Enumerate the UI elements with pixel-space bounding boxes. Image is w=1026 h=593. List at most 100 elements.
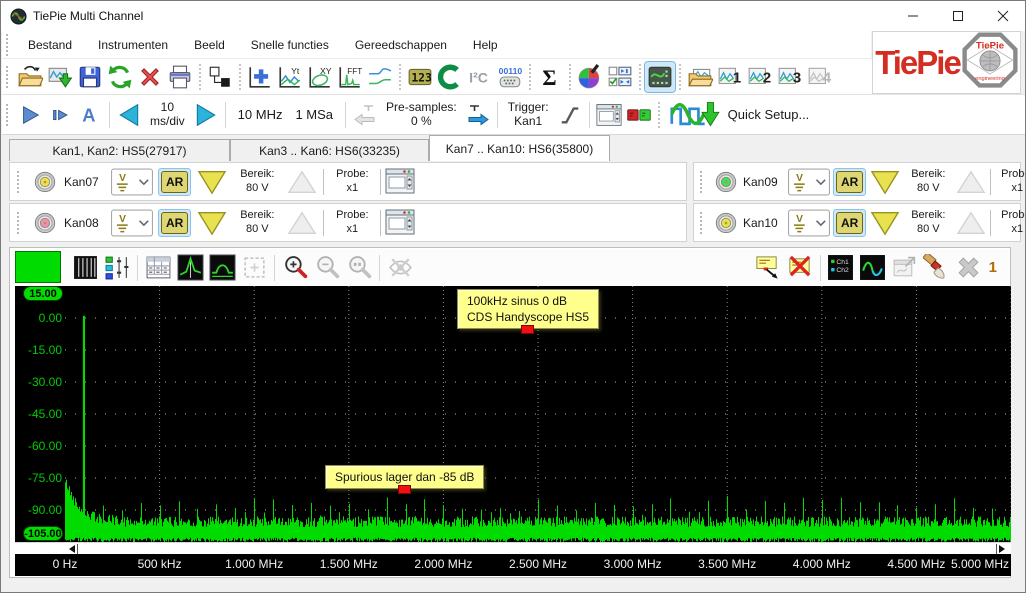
app-icon xyxy=(10,8,27,25)
svg-text:123: 123 xyxy=(411,70,432,84)
open-graph-icon[interactable] xyxy=(685,62,715,92)
graph-display-icon[interactable] xyxy=(645,62,675,92)
open-file-icon[interactable] xyxy=(15,62,45,92)
presamples-display: Pre-samples:0 % xyxy=(380,101,463,129)
menu-help[interactable]: Help xyxy=(460,33,511,57)
autoranging-button[interactable]: AR xyxy=(158,168,191,196)
main-toolbar: YtXYFFT123I²C00110Σ1234 xyxy=(2,58,872,94)
open-measurement-icon[interactable] xyxy=(45,62,75,92)
grid-icon[interactable] xyxy=(69,252,101,284)
toolbar-grip[interactable] xyxy=(6,66,10,88)
range-decrease-button[interactable] xyxy=(195,208,229,238)
minimize-button[interactable] xyxy=(890,1,935,31)
timebase-decrease-icon[interactable] xyxy=(114,100,144,130)
trigger-settings-icon[interactable] xyxy=(594,100,624,130)
tab-1[interactable]: Kan1, Kan2: HS5(27917) xyxy=(9,139,230,161)
sum-functions-icon[interactable]: Σ xyxy=(535,62,565,92)
row-separator xyxy=(990,169,991,195)
color-settings-icon[interactable] xyxy=(575,62,605,92)
scroll-right-icon[interactable] xyxy=(997,544,1007,554)
quick-setup-button[interactable]: Quick Setup... xyxy=(724,107,810,122)
range-decrease-button[interactable] xyxy=(868,208,902,238)
zoom-in-icon[interactable] xyxy=(279,252,311,284)
trigger-slope-icon[interactable] xyxy=(555,100,585,130)
clear-drawings-icon[interactable] xyxy=(921,252,953,284)
delete-file-icon[interactable] xyxy=(135,62,165,92)
range-decrease-button[interactable] xyxy=(868,167,902,197)
print-icon[interactable] xyxy=(165,62,195,92)
auto-setup-icon[interactable]: A xyxy=(75,100,105,130)
i2c-icon[interactable]: I²C xyxy=(465,62,495,92)
coupling-select[interactable]: V xyxy=(787,168,831,196)
row-grip[interactable] xyxy=(17,171,21,193)
range-label: Bereik: xyxy=(904,168,952,181)
toolbar-grip[interactable] xyxy=(6,34,10,56)
trace-style-icon[interactable] xyxy=(857,252,889,284)
presample-inc-icon[interactable] xyxy=(463,100,493,130)
graph-3-icon[interactable]: 3 xyxy=(775,62,805,92)
multimeter-123-icon[interactable]: 123 xyxy=(405,62,435,92)
autoranging-button[interactable]: AR xyxy=(158,209,191,237)
io-leds-icon[interactable] xyxy=(624,100,654,130)
bnc-connector-icon xyxy=(30,167,60,197)
range-decrease-button[interactable] xyxy=(195,167,229,197)
toolbar-grip[interactable] xyxy=(6,104,10,126)
row-grip[interactable] xyxy=(17,212,21,234)
spectrum-display-icon[interactable] xyxy=(206,252,238,284)
plot-scrollbar[interactable] xyxy=(15,542,1011,554)
plot-annotation-1[interactable]: 100kHz sinus 0 dBCDS Handyscope HS5 xyxy=(457,289,599,329)
menu-beeld[interactable]: Beeld xyxy=(181,33,238,57)
xy-graph-icon[interactable]: XY xyxy=(305,62,335,92)
add-comment-icon[interactable] xyxy=(752,252,784,284)
one-shot-icon[interactable] xyxy=(45,100,75,130)
plot-area[interactable]: 100kHz sinus 0 dBCDS Handyscope HS5 Spuri… xyxy=(65,286,1011,542)
coupling-select[interactable]: V xyxy=(110,168,154,196)
object-tree-icon[interactable] xyxy=(205,62,235,92)
row-grip[interactable] xyxy=(700,212,704,234)
bnc-connector-icon xyxy=(711,167,741,197)
axes-sliders-icon[interactable] xyxy=(101,252,133,284)
tab-2[interactable]: Kan3 .. Kan6: HS6(33235) xyxy=(230,139,429,161)
maximize-button[interactable] xyxy=(935,1,980,31)
plot-annotation-2[interactable]: Spurious lager dan -85 dB xyxy=(325,465,484,489)
autoranging-button[interactable]: AR xyxy=(833,209,866,237)
menu-snelle-functies[interactable]: Snelle functies xyxy=(238,33,342,57)
hide-annotations-icon xyxy=(384,252,416,284)
menu-bestand[interactable]: Bestand xyxy=(15,33,85,57)
close-graph-icon[interactable] xyxy=(953,252,985,284)
y-axis-range-handle[interactable]: 15.00 xyxy=(23,286,63,301)
row-grip[interactable] xyxy=(700,171,704,193)
tab-3[interactable]: Kan7 .. Kan10: HS6(35800) xyxy=(429,135,610,161)
add-instrument-icon[interactable] xyxy=(245,62,275,92)
menu-gereedschappen[interactable]: Gereedschappen xyxy=(342,33,460,57)
meas-table-icon[interactable] xyxy=(142,252,174,284)
menu-instrumenten[interactable]: Instrumenten xyxy=(85,33,181,57)
timebase-increase-icon[interactable] xyxy=(191,100,221,130)
autoranging-button[interactable]: AR xyxy=(833,168,866,196)
del-comment-icon[interactable] xyxy=(784,252,816,284)
y-axis-range-handle[interactable]: -105.00 xyxy=(23,526,63,541)
coupling-select[interactable]: V xyxy=(787,209,831,237)
yt-graph-icon[interactable]: Yt xyxy=(275,62,305,92)
graph-1-icon[interactable]: 1 xyxy=(715,62,745,92)
can-bus-icon[interactable] xyxy=(435,62,465,92)
toolbar-separator xyxy=(345,102,346,128)
digital-io-icon[interactable]: 00110 xyxy=(495,62,525,92)
quick-setup-icon[interactable] xyxy=(664,100,724,130)
yt-display-icon[interactable] xyxy=(174,252,206,284)
scroll-left-icon[interactable] xyxy=(67,544,77,554)
channel-settings-button[interactable] xyxy=(385,209,417,237)
trigger-display: Trigger:Kan1 xyxy=(502,101,555,129)
channel-settings-button[interactable] xyxy=(385,168,417,196)
coupling-select[interactable]: V xyxy=(110,209,154,237)
close-button[interactable] xyxy=(980,1,1025,31)
legend-icon[interactable]: Ch1Ch2 xyxy=(825,252,857,284)
refresh-icon[interactable] xyxy=(105,62,135,92)
save-file-icon[interactable] xyxy=(75,62,105,92)
scroll-thumb-left[interactable] xyxy=(77,544,78,554)
panel-toggle-icon[interactable] xyxy=(605,62,635,92)
start-icon[interactable] xyxy=(15,100,45,130)
graph-2-icon[interactable]: 2 xyxy=(745,62,775,92)
fft-graph-icon[interactable]: FFT xyxy=(335,62,365,92)
filter-graph-icon[interactable] xyxy=(365,62,395,92)
